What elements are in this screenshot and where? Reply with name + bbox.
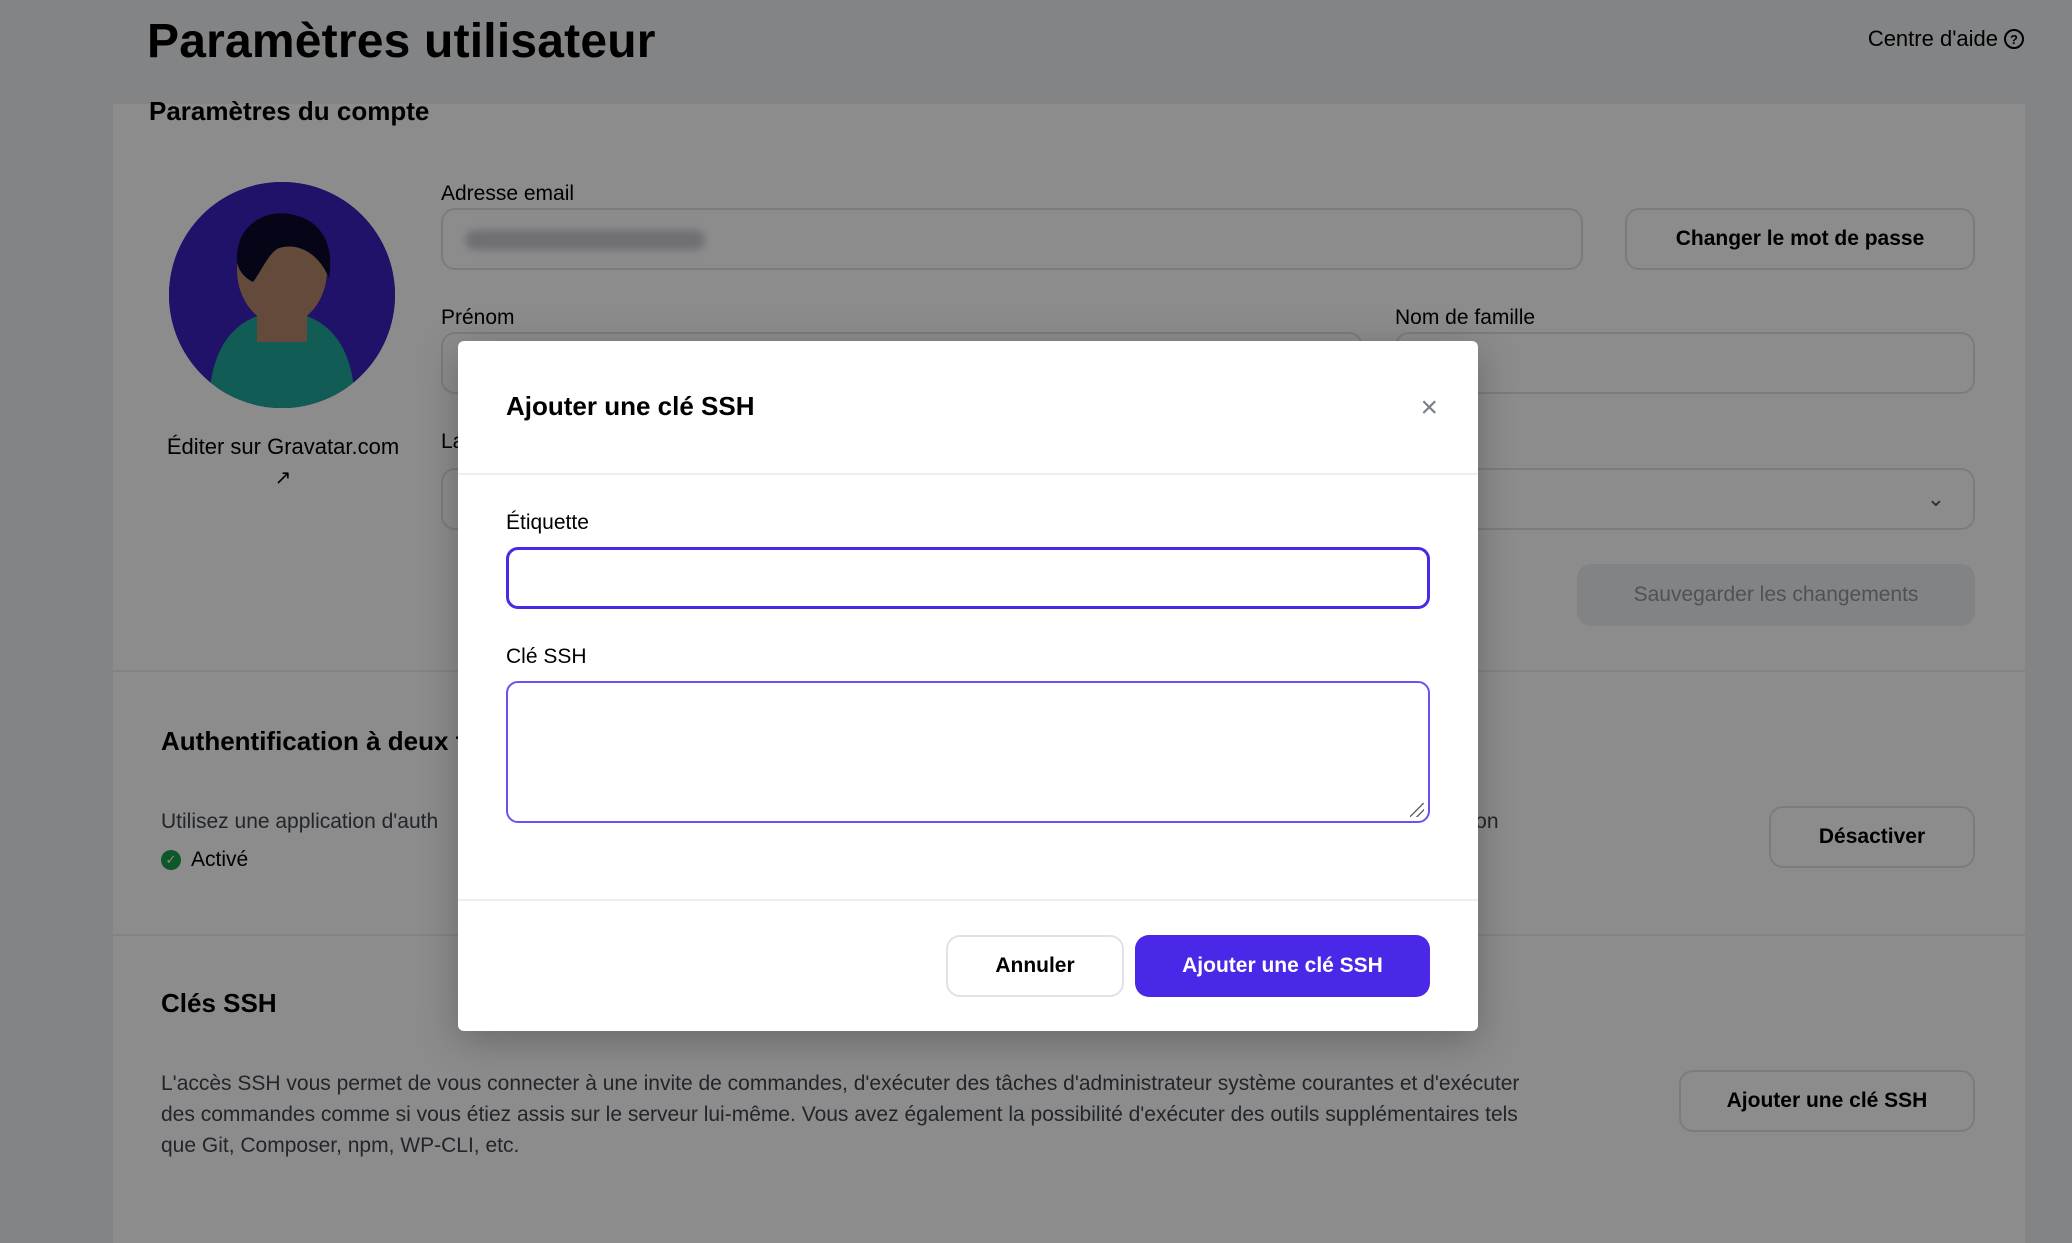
close-icon[interactable]: × (1420, 393, 1438, 423)
add-ssh-key-dialog: Ajouter une clé SSH × Étiquette Clé SSH … (458, 341, 1478, 1031)
label-input[interactable] (506, 547, 1430, 609)
label-field-label: Étiquette (506, 511, 589, 534)
ssh-key-textarea[interactable] (506, 681, 1430, 823)
cancel-button[interactable]: Annuler (946, 935, 1124, 997)
dialog-title: Ajouter une clé SSH (506, 391, 755, 421)
dialog-footer-divider (458, 899, 1478, 901)
resize-handle-icon[interactable] (1410, 803, 1424, 817)
ssh-key-field-label: Clé SSH (506, 645, 587, 668)
add-ssh-key-submit-button[interactable]: Ajouter une clé SSH (1135, 935, 1430, 997)
dialog-header-divider (458, 473, 1478, 475)
